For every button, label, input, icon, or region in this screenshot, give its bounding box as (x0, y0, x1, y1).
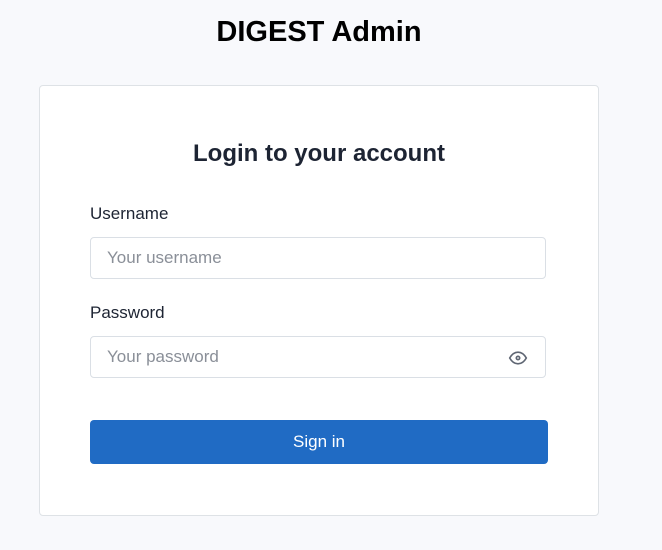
sign-in-button[interactable]: Sign in (90, 420, 548, 464)
password-input[interactable] (91, 337, 503, 377)
password-label: Password (90, 303, 165, 322)
username-field-wrapper (90, 237, 546, 279)
eye-icon[interactable] (507, 348, 529, 368)
username-input[interactable] (91, 238, 503, 278)
app-title: DIGEST Admin (216, 16, 422, 48)
password-field-wrapper (90, 336, 546, 378)
login-card: Login to your account Username Password … (39, 85, 599, 516)
login-heading: Login to your account (193, 140, 445, 167)
username-label: Username (90, 204, 169, 223)
